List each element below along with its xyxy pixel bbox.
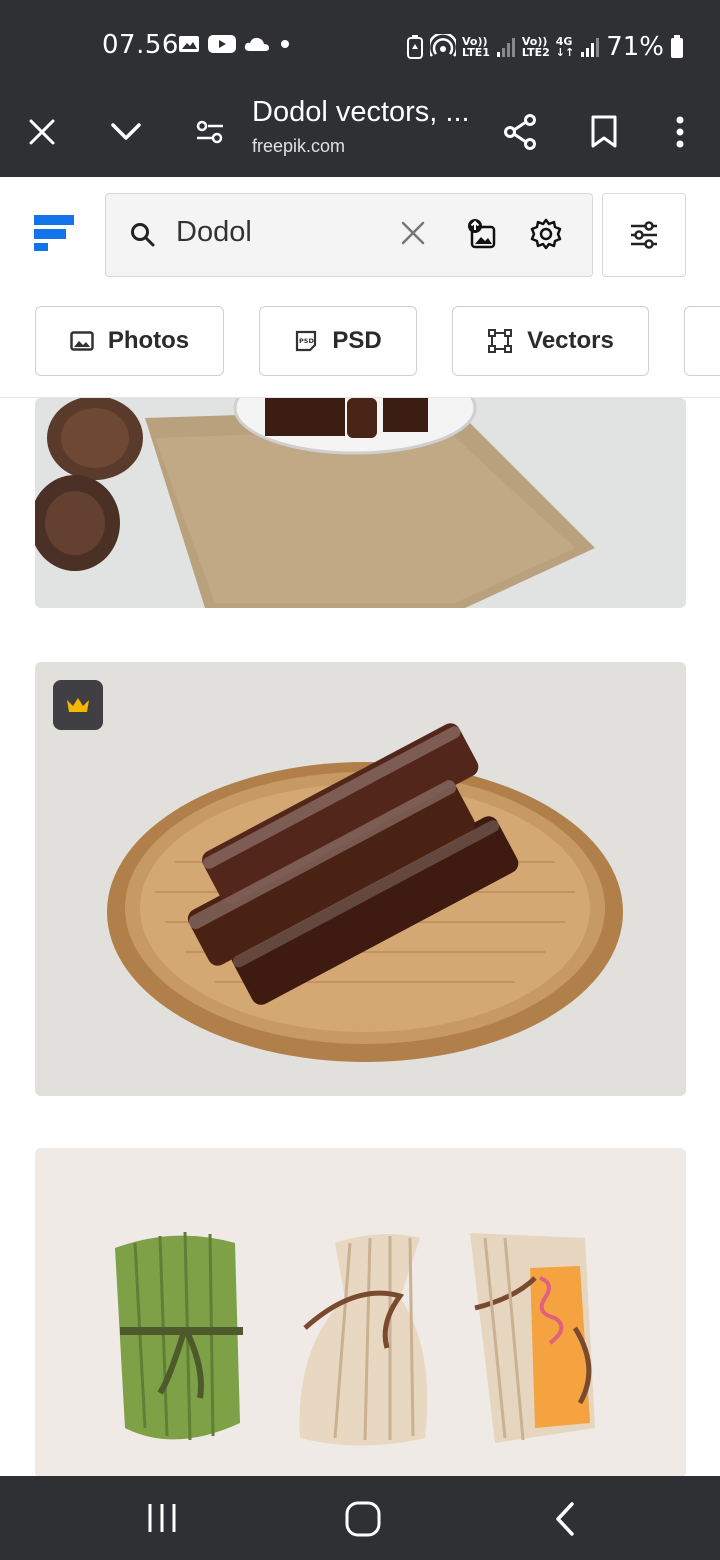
battery-saver-icon [407,35,424,59]
chip-more[interactable] [684,306,720,376]
freepik-logo[interactable] [34,215,76,260]
search-icon [131,223,155,247]
youtube-icon [208,35,236,53]
result-card[interactable] [35,1148,686,1476]
result-card[interactable] [35,662,686,1096]
chip-photos-label: Photos [107,327,190,354]
share-button[interactable] [498,110,542,154]
data-indicator: 4G ↓↑ [555,35,575,59]
more-options-button[interactable] [658,110,702,154]
back-icon[interactable] [552,1500,578,1538]
crown-icon [67,698,89,712]
result-card[interactable] [35,398,686,608]
result-image-dodol-illustration [35,1148,686,1476]
vector-icon [488,329,513,353]
minimize-button[interactable] [104,110,148,154]
web-page: Dodol Photos PSD PSD Vectors [0,177,720,1476]
status-time: 07.56 [102,30,179,60]
asset-type-chips: Photos PSD PSD Vectors [0,305,720,399]
sim1-indicator: Vo)) LTE1 [462,35,490,59]
bookmark-button[interactable] [582,110,626,154]
result-image-dodol-plate [35,398,686,608]
custom-tab-toolbar: Dodol vectors, ... freepik.com [0,90,720,177]
svg-text:PSD: PSD [299,337,314,345]
battery-percent: 71% [606,32,664,62]
chevron-down-icon [111,123,141,140]
chip-psd-label: PSD [332,327,382,354]
chip-vectors-label: Vectors [527,327,614,354]
gallery-icon [179,36,199,52]
close-button[interactable] [20,110,64,154]
page-settings-button[interactable] [188,110,232,154]
bookmark-icon [591,115,617,148]
freepik-logo-icon [34,215,74,251]
status-bar: 07.56 Vo)) LTE1 Vo)) LTE2 4G ↓↑ 71% [0,0,720,90]
sim2-indicator: Vo)) LTE2 [521,35,550,59]
signal-icon-2 [581,38,600,57]
premium-badge [53,680,103,730]
psd-icon: PSD [296,330,317,352]
image-icon [70,331,94,351]
system-icons: Vo)) LTE1 Vo)) LTE2 4G ↓↑ 71% [406,32,684,62]
result-image-dodol-rolls [35,662,686,1096]
recent-apps-icon[interactable] [146,1500,178,1536]
search-bar[interactable]: Dodol [105,193,593,277]
tune-icon [196,120,223,144]
settings-gear-icon[interactable] [530,218,562,250]
sliders-icon [631,221,657,249]
page-url: freepik.com [252,136,346,156]
notification-icons [178,34,292,54]
system-nav-bar [0,1476,720,1560]
filters-button[interactable] [602,193,686,277]
signal-icon [496,38,515,57]
chip-psd[interactable]: PSD PSD [259,306,417,376]
cloud-icon [244,37,269,51]
clear-search-icon[interactable] [400,220,426,246]
more-vert-icon [676,116,684,148]
image-search-icon[interactable] [466,218,498,250]
close-icon [29,119,55,145]
share-icon [504,114,536,150]
dot-icon [281,40,289,48]
chip-photos[interactable]: Photos [35,306,224,376]
hotspot-icon [430,34,457,57]
search-input[interactable]: Dodol [176,216,252,249]
battery-icon [671,35,683,58]
chip-vectors[interactable]: Vectors [452,306,649,376]
page-title: Dodol vectors, ... [252,96,470,128]
home-icon[interactable] [344,1500,382,1538]
